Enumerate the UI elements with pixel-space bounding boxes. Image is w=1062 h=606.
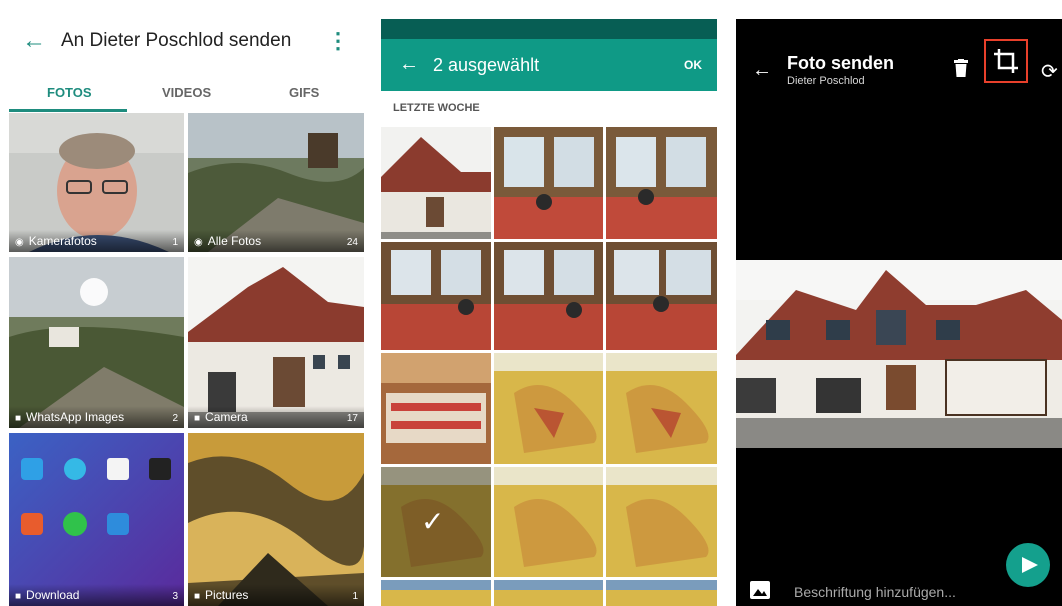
rotate-icon[interactable]: ⟳ (1041, 59, 1058, 84)
folder-tile-whatsapp-images[interactable]: ■ WhatsApp Images 2 (9, 257, 184, 428)
restaurant-photo (381, 242, 491, 350)
photo-preview (736, 260, 1062, 448)
map-board-photo (606, 467, 717, 577)
map-board-photo (606, 353, 717, 464)
map-board-photo (494, 467, 603, 577)
folder-label: ◉ Alle Fotos 24 (188, 230, 364, 252)
house-photo (381, 127, 491, 239)
map-board-photo (494, 353, 603, 464)
folder-label: ◉ Kamerafotos 1 (9, 230, 184, 252)
photo-thumbnail-selected[interactable]: ✓ (381, 467, 491, 577)
photo-thumbnail[interactable] (381, 242, 491, 350)
tab-gifs[interactable]: GIFS (289, 85, 319, 100)
map-board-photo (606, 580, 717, 606)
tab-videos[interactable]: VIDEOS (162, 85, 211, 100)
restaurant-photo (606, 242, 717, 350)
house-photo (736, 260, 1062, 448)
send-photo-panel: ← Foto senden Dieter Poschlod ⟳ Beschrif… (736, 19, 1062, 606)
photo-thumbnail[interactable] (494, 127, 603, 239)
send-icon (1022, 557, 1038, 573)
app-bar (381, 39, 717, 91)
photo-thumbnail[interactable] (381, 127, 491, 239)
photo-thumbnail[interactable] (494, 467, 603, 577)
folder-label: ■ WhatsApp Images 2 (9, 406, 184, 428)
folder-label: ■ Download 3 (9, 584, 184, 606)
gallery-icon[interactable] (750, 581, 770, 599)
status-bar (381, 19, 717, 39)
more-options-icon[interactable]: ⋮ (327, 28, 349, 54)
map-board-photo (494, 580, 603, 606)
photo-thumbnail[interactable] (494, 242, 603, 350)
folder-label: ■ Camera 17 (188, 406, 364, 428)
folder-icon: ■ (15, 413, 22, 424)
selection-count-title: 2 ausgewählt (433, 55, 540, 75)
section-header: LETZTE WOCHE (393, 102, 480, 114)
folder-icon: ■ (15, 591, 22, 602)
back-arrow-icon[interactable]: ← (22, 27, 46, 55)
photo-thumbnail[interactable] (606, 580, 717, 606)
folder-icon: ■ (194, 413, 201, 424)
delete-icon[interactable] (954, 59, 968, 77)
camera-icon: ◉ (15, 237, 24, 248)
page-title: Foto senden (787, 53, 894, 73)
restaurant-photo (494, 127, 603, 239)
active-tab-indicator (9, 109, 127, 112)
crop-button[interactable] (984, 39, 1028, 83)
photo-thumbnail[interactable] (381, 353, 491, 464)
folder-icon: ■ (194, 591, 201, 602)
photo-thumbnail[interactable] (381, 580, 491, 606)
page-title: An Dieter Poschlod senden (61, 30, 292, 51)
pictures-thumbnail (188, 433, 364, 606)
folder-label: ■ Pictures 1 (188, 584, 364, 606)
recipient-name: Dieter Poschlod (787, 75, 865, 87)
photo-selection-panel: ← 2 ausgewählt OK LETZTE WOCHE ✓ (381, 19, 717, 606)
folder-picker-panel: ← An Dieter Poschlod senden ⋮ FOTOS VIDE… (9, 13, 364, 606)
photo-thumbnail[interactable] (606, 467, 717, 577)
download-thumbnail (9, 433, 184, 606)
whatsapp-images-thumbnail (9, 257, 184, 428)
photo-thumbnail[interactable] (606, 127, 717, 239)
photo-thumbnail[interactable] (494, 580, 603, 606)
camera-thumbnail (188, 257, 364, 428)
restaurant-photo (494, 242, 603, 350)
dining-room-photo (381, 353, 491, 464)
folder-tile-pictures[interactable]: ■ Pictures 1 (188, 433, 364, 606)
ok-button[interactable]: OK (684, 58, 702, 72)
tab-fotos[interactable]: FOTOS (47, 85, 92, 100)
media-tabs: FOTOS VIDEOS GIFS (9, 71, 364, 113)
crop-icon (994, 49, 1018, 73)
map-board-photo (381, 580, 491, 606)
folder-tile-download[interactable]: ■ Download 3 (9, 433, 184, 606)
selected-check-icon: ✓ (421, 506, 445, 537)
send-button[interactable] (1006, 543, 1050, 587)
back-arrow-icon[interactable]: ← (752, 59, 772, 82)
caption-input[interactable]: Beschriftung hinzufügen... (794, 584, 956, 600)
photo-thumbnail[interactable] (606, 353, 717, 464)
photo-thumbnail[interactable] (606, 242, 717, 350)
back-arrow-icon[interactable]: ← (399, 53, 419, 76)
restaurant-photo (606, 127, 717, 239)
top-bar: ← An Dieter Poschlod senden ⋮ (9, 13, 364, 71)
folder-tile-kamerafotos[interactable]: ◉ Kamerafotos 1 (9, 113, 184, 252)
folder-tile-camera[interactable]: ■ Camera 17 (188, 257, 364, 428)
camera-icon: ◉ (194, 237, 203, 248)
photo-thumbnail[interactable] (494, 353, 603, 464)
folder-tile-alle-fotos[interactable]: ◉ Alle Fotos 24 (188, 113, 364, 252)
